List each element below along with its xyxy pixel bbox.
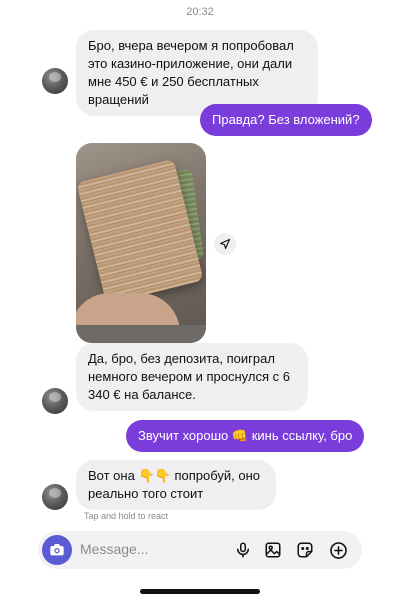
outgoing-message[interactable]: Правда? Без вложений? (200, 104, 372, 136)
contact-avatar[interactable] (42, 388, 68, 414)
message-text-start: Звучит хорошо (138, 428, 229, 443)
home-indicator[interactable] (140, 589, 260, 594)
sticker-icon[interactable] (294, 539, 316, 561)
share-icon[interactable] (214, 233, 236, 255)
message-text-start: Вот она (88, 468, 135, 483)
plus-icon[interactable] (327, 539, 349, 561)
microphone-icon[interactable] (232, 539, 254, 561)
message-text: Правда? Без вложений? (212, 112, 360, 127)
background-fabric (76, 325, 206, 343)
message-text-end: кинь ссылку, бро (251, 428, 353, 443)
gallery-icon[interactable] (262, 539, 284, 561)
status-time: 20:32 (186, 6, 214, 18)
message-input[interactable]: Message... (80, 541, 148, 557)
message-text: Да, бро, без депозита, поиграл немного в… (88, 351, 290, 402)
pointing-down-emoji: 👇👇 (138, 468, 171, 483)
incoming-message[interactable]: Да, бро, без депозита, поиграл немного в… (76, 343, 308, 411)
outgoing-message[interactable]: Звучит хорошо 👊 кинь ссылку, бро (126, 420, 365, 452)
camera-icon[interactable] (42, 535, 72, 565)
fist-emoji: 👊 (231, 428, 249, 443)
incoming-message[interactable]: Вот она 👇👇 попробуй, оно реально того ст… (76, 460, 276, 510)
react-hint: Tap and hold to react (84, 511, 169, 521)
photo-message[interactable] (76, 143, 206, 343)
message-text: Бро, вчера вечером я попробовал это кази… (88, 38, 294, 107)
contact-avatar[interactable] (42, 68, 68, 94)
contact-avatar[interactable] (42, 484, 68, 510)
message-composer[interactable]: Message... (38, 531, 362, 569)
